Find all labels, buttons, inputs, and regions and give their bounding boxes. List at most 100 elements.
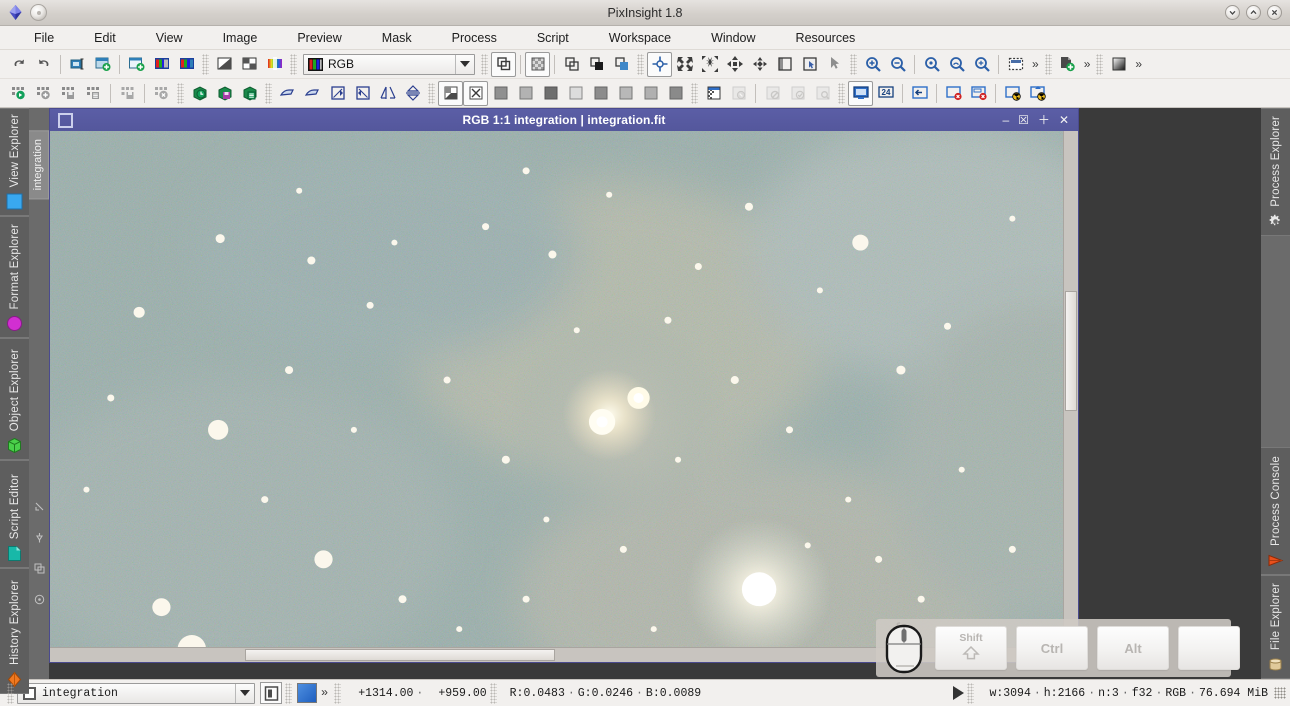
mask-remove-button[interactable]	[463, 80, 488, 106]
move-tool-button[interactable]	[722, 52, 747, 77]
preview-black-button[interactable]	[584, 52, 609, 77]
toolbar-grip[interactable]	[202, 53, 209, 75]
mask-gray2-button[interactable]	[513, 81, 538, 106]
select-region-button[interactable]	[797, 52, 822, 77]
preview-zoom-button[interactable]	[810, 81, 835, 106]
window-arrange-button[interactable]	[907, 81, 932, 106]
transparency-off-button[interactable]	[726, 81, 751, 106]
statusbar-grip[interactable]	[334, 682, 342, 704]
select-preview-button[interactable]	[491, 51, 516, 77]
pin-icon[interactable]	[34, 530, 45, 548]
mask-gray1-button[interactable]	[488, 81, 513, 106]
mask-gray5-button[interactable]	[613, 81, 638, 106]
image-statistics-button[interactable]	[174, 52, 199, 77]
image-minimize-button[interactable]: –	[1002, 114, 1009, 126]
readout-color-swatch[interactable]	[297, 683, 317, 703]
window-close-button[interactable]	[941, 81, 966, 106]
menu-script[interactable]: Script	[517, 28, 589, 48]
toolbar-overflow-2[interactable]: »	[1080, 57, 1094, 71]
windows-icon[interactable]	[34, 561, 45, 579]
grayscale-button[interactable]	[237, 52, 262, 77]
minimize-button[interactable]	[1225, 5, 1240, 20]
preview-disable-button[interactable]	[760, 81, 785, 106]
image-vertical-scrollbar[interactable]	[1063, 131, 1078, 647]
toolbar-grip[interactable]	[637, 53, 644, 75]
window-radioactive-2-button[interactable]	[1025, 81, 1050, 106]
view-selector-combo[interactable]: integration	[17, 682, 255, 704]
mask-gray4-button[interactable]	[588, 81, 613, 106]
process-save-button[interactable]	[56, 81, 81, 106]
collapse-arrow-icon[interactable]	[34, 499, 45, 517]
zoom-in-button[interactable]	[860, 52, 885, 77]
sidebar-item-history-explorer[interactable]: History Explorer	[0, 568, 29, 694]
menu-view[interactable]: View	[136, 28, 203, 48]
rotate-button[interactable]	[275, 81, 300, 106]
new-image-window-button[interactable]	[90, 52, 115, 77]
chevron-down-icon[interactable]	[455, 54, 474, 74]
close-button[interactable]	[1267, 5, 1282, 20]
statusbar-grip[interactable]	[7, 682, 14, 704]
image-window-titlebar[interactable]: RGB 1:1 integration | integration.fit – …	[50, 109, 1078, 131]
preview-enable-button[interactable]	[785, 81, 810, 106]
gradient-button[interactable]	[1106, 52, 1131, 77]
rgb-working-space-button[interactable]	[262, 52, 287, 77]
zoom-fit-button[interactable]	[944, 52, 969, 77]
toolbar-grip[interactable]	[481, 53, 488, 75]
zoom-optimal-button[interactable]	[969, 52, 994, 77]
target-icon[interactable]	[34, 592, 45, 610]
image-close-button[interactable]: ✕	[1059, 114, 1069, 126]
statusbar-grip[interactable]	[967, 682, 975, 704]
swatch-overflow[interactable]: »	[317, 686, 331, 700]
mirror-vertical-button[interactable]	[400, 81, 425, 106]
diamond-tool-button[interactable]	[747, 52, 772, 77]
toolbar-grip[interactable]	[691, 82, 698, 104]
toolbar-grip[interactable]	[850, 53, 857, 75]
new-preview-doc-button[interactable]	[1055, 52, 1080, 77]
mask-gray3-button[interactable]	[538, 81, 563, 106]
process-execute-button[interactable]	[6, 81, 31, 106]
sidebar-item-format-explorer[interactable]: Format Explorer	[0, 216, 29, 338]
window-resize-grip[interactable]	[1274, 687, 1286, 699]
image-restore-button[interactable]: ☒	[1018, 114, 1029, 126]
menu-image[interactable]: Image	[203, 28, 278, 48]
image-canvas[interactable]	[50, 131, 1063, 647]
pan-tool-button[interactable]	[647, 51, 672, 77]
horizontal-scroll-thumb[interactable]	[245, 649, 555, 661]
window-close-all-button[interactable]	[966, 81, 991, 106]
sidebar-item-process-explorer[interactable]: Process Explorer	[1261, 108, 1290, 236]
image-identifier-button[interactable]	[149, 52, 174, 77]
rotate-180-button[interactable]	[300, 81, 325, 106]
menu-edit[interactable]: Edit	[74, 28, 136, 48]
toolbar-grip[interactable]	[838, 82, 845, 104]
mask-gray6-button[interactable]	[638, 81, 663, 106]
sidebar-item-script-editor[interactable]: Script Editor	[0, 460, 29, 568]
toolbar-grip[interactable]	[1044, 53, 1052, 75]
container-execute-button[interactable]	[187, 81, 212, 106]
mask-gray7-button[interactable]	[663, 81, 688, 106]
container-list-button[interactable]	[237, 81, 262, 106]
sidebar-item-file-explorer[interactable]: File Explorer	[1261, 575, 1290, 679]
menu-resources[interactable]: Resources	[776, 28, 876, 48]
workspace-display-button[interactable]	[848, 80, 873, 106]
transparency-button[interactable]	[701, 81, 726, 106]
preview-blue-button[interactable]	[609, 52, 634, 77]
process-add-button[interactable]	[31, 81, 56, 106]
color-space-combo[interactable]: RGB	[303, 53, 475, 75]
statusbar-grip[interactable]	[489, 682, 497, 704]
toolbar-grip[interactable]	[177, 82, 184, 104]
toolbar-grip[interactable]	[1096, 53, 1104, 75]
toolbar-grip[interactable]	[265, 82, 272, 104]
toolbar-grip[interactable]	[428, 82, 435, 104]
invert-button[interactable]	[212, 52, 237, 77]
pointer-tool-button[interactable]	[822, 52, 847, 77]
zoom-1to1-button[interactable]	[919, 52, 944, 77]
menu-preview[interactable]: Preview	[277, 28, 361, 48]
rotate-cw-button[interactable]	[325, 81, 350, 106]
mask-light-button[interactable]	[563, 81, 588, 106]
collapse-tool-button[interactable]	[697, 52, 722, 77]
rotate-ccw-button[interactable]	[350, 81, 375, 106]
process-saveas-button[interactable]	[115, 81, 140, 106]
rename-view-button[interactable]	[65, 52, 90, 77]
document-tab-integration[interactable]: integration	[29, 130, 49, 200]
shadow-tool-button[interactable]	[772, 52, 797, 77]
